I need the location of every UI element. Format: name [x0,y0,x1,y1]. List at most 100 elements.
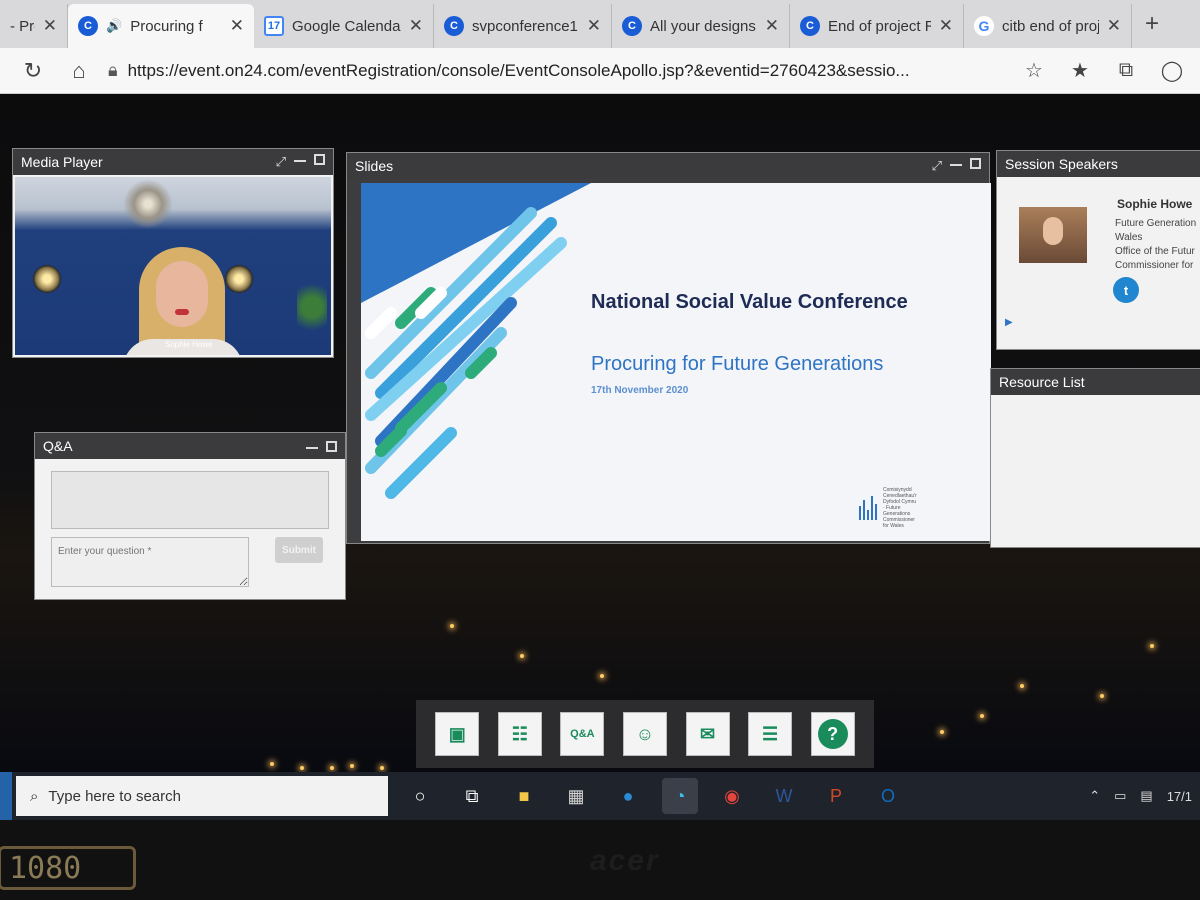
profile-icon[interactable]: ◯ [1152,58,1192,83]
minimize-icon[interactable] [294,160,306,162]
help-dock-icon[interactable]: ? [810,712,855,756]
panel-header: Session Speakers [997,151,1200,177]
battery-icon[interactable]: ▭ [1114,788,1126,804]
close-icon[interactable]: ✕ [587,16,601,36]
twitter-icon[interactable]: t [1113,277,1139,303]
search-icon: ⌕ [30,787,39,805]
maximize-icon[interactable] [326,440,337,452]
speaker-icon[interactable]: 🔊 [106,18,122,34]
clock[interactable]: 17/1 [1167,789,1192,804]
start-button[interactable] [0,772,12,820]
panel-title: Session Speakers [1005,156,1118,172]
laptop-bezel: 1080 acer [0,820,1200,900]
session-speakers-panel: Session Speakers Sophie Howe Future Gene… [996,150,1200,350]
panel-title: Resource List [999,374,1085,390]
star-icon[interactable]: ☆ [1014,58,1054,83]
tab-google-calendar[interactable]: 17 Google Calenda ✕ [254,4,434,48]
speaker-photo[interactable] [1019,207,1087,263]
address-bar: ↻ ⌂ 🔒︎ https://event.on24.com/eventRegis… [0,48,1200,94]
resolution-badge: 1080 [0,846,136,890]
media-player-dock-icon[interactable]: ▣ [435,712,480,756]
tab-svpconference[interactable]: C svpconference1 ✕ [434,4,612,48]
system-tray: ⌃ ▭ ▤ 17/1 [1089,788,1200,804]
panel-header: Media Player ⤢ [13,149,333,175]
edge-icon[interactable]: ◔ [662,778,698,814]
taskbar-search[interactable]: ⌕ Type here to search [16,776,388,816]
favorites-icon[interactable]: ★ [1060,58,1100,83]
tab-end-of-project[interactable]: C End of project R ✕ [790,4,964,48]
wall-lamp [33,265,61,293]
plant [297,277,327,337]
tab-all-your-designs[interactable]: C All your designs ✕ [612,4,790,48]
tab-label: End of project R [828,17,931,35]
tab-proc[interactable]: - Proc ✕ [0,4,68,48]
slide-subtitle: Procuring for Future Generations [591,353,884,375]
close-icon[interactable]: ✕ [939,16,953,36]
question-input[interactable] [51,537,249,587]
slides-panel: Slides ⤢ National Social Value Conferenc… [346,152,991,544]
search-placeholder: Type here to search [48,787,181,805]
expand-icon[interactable]: ⤢ [932,158,942,174]
outlook-icon[interactable]: O [870,778,906,814]
tab-label: - Proc [10,17,35,35]
expand-icon[interactable]: ⤢ [276,154,286,170]
task-view-icon[interactable]: ⧉ [454,778,490,814]
maximize-icon[interactable] [970,158,981,169]
cortana-icon[interactable]: ○ [402,778,438,814]
home-icon[interactable]: ⌂ [56,51,102,91]
word-icon[interactable]: W [766,778,802,814]
slide-content: National Social Value Conference Procuri… [361,183,991,541]
minimize-icon[interactable] [306,446,318,449]
qa-dock-icon[interactable]: Q&A [560,712,605,756]
slide-title: National Social Value Conference [591,291,908,313]
console-dock: ▣ ☷ Q&A ☺ ✉ ☰ ? [416,700,874,768]
video-feed[interactable]: Sophie Howe [15,177,331,355]
minimize-icon[interactable] [950,164,962,166]
speaker-video [123,247,243,355]
close-icon[interactable]: ✕ [43,16,57,36]
submit-button[interactable]: Submit [275,537,323,563]
on24-icon: C [444,16,464,36]
collections-icon[interactable]: ⧉ [1106,59,1146,82]
new-tab-button[interactable]: + [1132,0,1172,48]
email-dock-icon[interactable]: ✉ [685,712,730,756]
store-icon[interactable]: ▦ [558,778,594,814]
panel-header: Slides ⤢ [347,153,989,179]
panel-header: Resource List [991,369,1200,395]
windows-taskbar: ⌕ Type here to search ○ ⧉ ■ ▦ ● ◔ ◉ W P … [0,772,1200,820]
tab-bar: - Proc ✕ C 🔊 Procuring f ✕ 17 Google Cal… [0,0,1200,48]
panel-title: Q&A [43,438,73,454]
refresh-icon[interactable]: ↻ [10,51,56,91]
tab-label: Procuring f [130,17,203,35]
media-player-panel: Media Player ⤢ Sophie Howe [12,148,334,358]
network-icon[interactable]: ▤ [1140,788,1152,804]
commissioner-logo: Comisiynydd Cenedlaethau'r Dyfodol Cymru… [859,487,917,529]
url-field[interactable]: 🔒︎ https://event.on24.com/eventRegistrat… [102,54,1014,88]
panel-title: Media Player [21,154,103,170]
slides-dock-icon[interactable]: ☷ [497,712,542,756]
skype-icon[interactable]: ● [610,778,646,814]
slide-date: 17th November 2020 [591,385,689,396]
play-icon[interactable]: ▶ [1005,317,1013,328]
close-icon[interactable]: ✕ [409,16,423,36]
close-icon[interactable]: ✕ [765,16,779,36]
tab-procuring[interactable]: C 🔊 Procuring f ✕ [68,4,254,48]
question-list[interactable] [51,471,329,529]
tab-label: Google Calenda [292,17,401,35]
resources-dock-icon[interactable]: ☰ [748,712,793,756]
panel-header: Q&A [35,433,345,459]
tab-citb[interactable]: G citb end of proj ✕ [964,4,1132,48]
chandelier [123,179,173,229]
file-explorer-icon[interactable]: ■ [506,778,542,814]
google-icon: G [974,16,994,36]
event-console: Media Player ⤢ Sophie Howe Slides ⤢ Nati… [0,94,1200,774]
close-icon[interactable]: ✕ [1107,16,1121,36]
chevron-up-icon[interactable]: ⌃ [1089,788,1100,804]
chrome-icon[interactable]: ◉ [714,778,750,814]
maximize-icon[interactable] [314,154,325,165]
powerpoint-icon[interactable]: P [818,778,854,814]
speakers-dock-icon[interactable]: ☺ [622,712,667,756]
video-caption: Sophie Howe [165,340,213,349]
close-icon[interactable]: ✕ [230,16,244,36]
laptop-brand-logo: acer [590,844,660,877]
